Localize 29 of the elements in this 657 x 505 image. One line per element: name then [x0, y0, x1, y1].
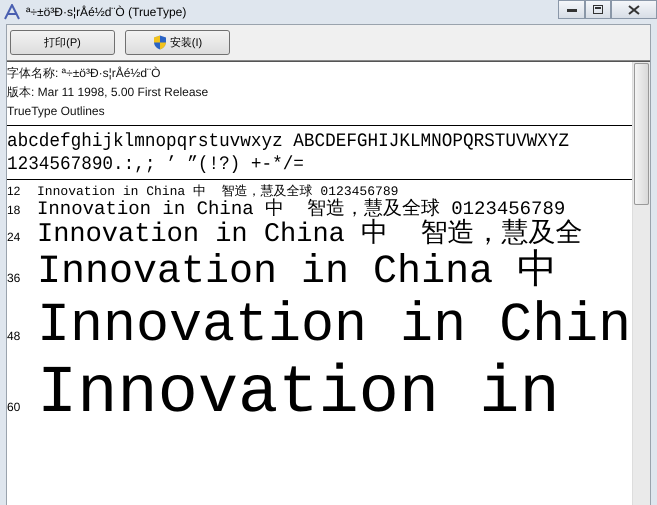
close-icon — [628, 4, 640, 14]
point-size-label: 18 — [7, 203, 22, 217]
scrollbar[interactable] — [632, 62, 650, 505]
point-size-label: 12 — [7, 184, 22, 198]
install-button[interactable]: 安装(I) — [125, 30, 230, 55]
point-size-label: 36 — [7, 271, 22, 285]
minimize-icon — [566, 8, 576, 12]
font-info-text: 字体名称: ª÷±ö³Ð·s¦rÅé½d¨Ò — [7, 65, 162, 82]
point-size-label: 48 — [7, 329, 22, 343]
point-size-label: 60 — [7, 400, 22, 414]
maximize-button[interactable] — [585, 0, 611, 19]
character-set-line: abcdefghijklmnopqrstuvwxyz ABCDEFGHIJKLMNOPQRSTUVWXYZ — [7, 130, 570, 153]
sample-text: Innovation in China 中 — [37, 250, 558, 295]
font-info-text: 版本: Mar 11 1998, 5.00 First Release — [7, 84, 210, 101]
font-info-text: TrueType Outlines — [7, 103, 106, 120]
point-size-label: 24 — [7, 230, 22, 244]
sample-text: Innovation in China 中 智造，慧及全球 0123456789 — [37, 199, 566, 220]
font-a-icon — [4, 4, 20, 20]
minimize-button[interactable] — [558, 0, 585, 19]
sample-text: Innovation in China 中 智造，慧及全 — [37, 220, 582, 250]
print-button[interactable]: 打印(P) — [10, 30, 115, 55]
character-set-line: 1234567890.:,; ’ ”(!?) +-*/= — [7, 153, 305, 176]
sample-text: Innovation in China 中 智造，慧及全球 0123456789 — [37, 184, 398, 199]
sample-text: Innovation in — [37, 357, 560, 432]
close-button[interactable] — [611, 0, 657, 19]
sample-text: Innovation in Chin — [37, 295, 632, 357]
window-title: ª÷±ö³Ð·s¦rÅé½d¨Ò (TrueType) — [26, 5, 188, 19]
maximize-icon — [593, 5, 603, 14]
shield-icon — [152, 35, 167, 50]
